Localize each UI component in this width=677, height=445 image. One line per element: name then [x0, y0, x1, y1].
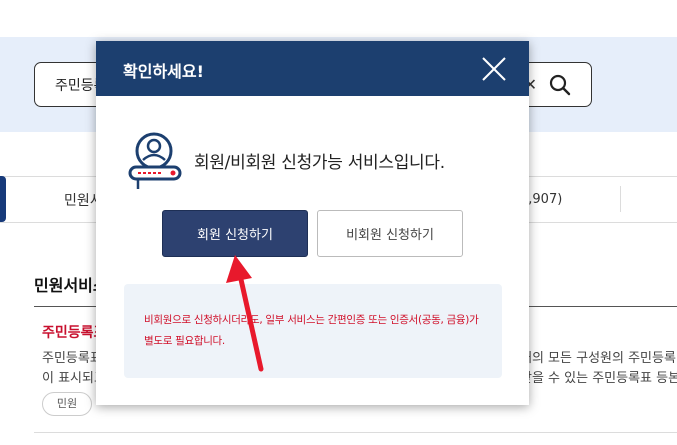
member-icon	[128, 132, 182, 189]
notice-text: 비회원으로 신청하시더라도, 일부 서비스는 간편인증 또는 인증서(공동, 금…	[144, 314, 479, 347]
modal-header: 확인하세요!	[96, 41, 529, 96]
tab-separator	[620, 186, 621, 212]
member-apply-button[interactable]: 회원 신청하기	[162, 210, 308, 257]
modal-message: 회원/비회원 신청가능 서비스입니다.	[194, 153, 445, 173]
notice-box: 비회원으로 신청하시더라도, 일부 서비스는 간편인증 또는 인증서(공동, 금…	[124, 284, 502, 378]
category-tag: 민원	[42, 392, 92, 416]
result-description-line: 대의 모든 구성원의 주민등록	[520, 351, 676, 366]
close-icon[interactable]	[481, 56, 507, 82]
result-divider	[34, 432, 677, 433]
result-description-line: 받을 수 있는 주민등록표 등본	[520, 371, 677, 386]
nonmember-apply-button[interactable]: 비회원 신청하기	[317, 210, 463, 257]
side-tab-indicator	[0, 176, 6, 222]
search-icon[interactable]	[549, 74, 571, 96]
confirm-modal: 확인하세요! 회원/비회원 신청가능 서비스입니다. 회원 신청하기 비회원 신…	[96, 41, 529, 405]
modal-title: 확인하세요!	[123, 62, 204, 81]
result-description-line: 주민등록표	[42, 351, 102, 366]
